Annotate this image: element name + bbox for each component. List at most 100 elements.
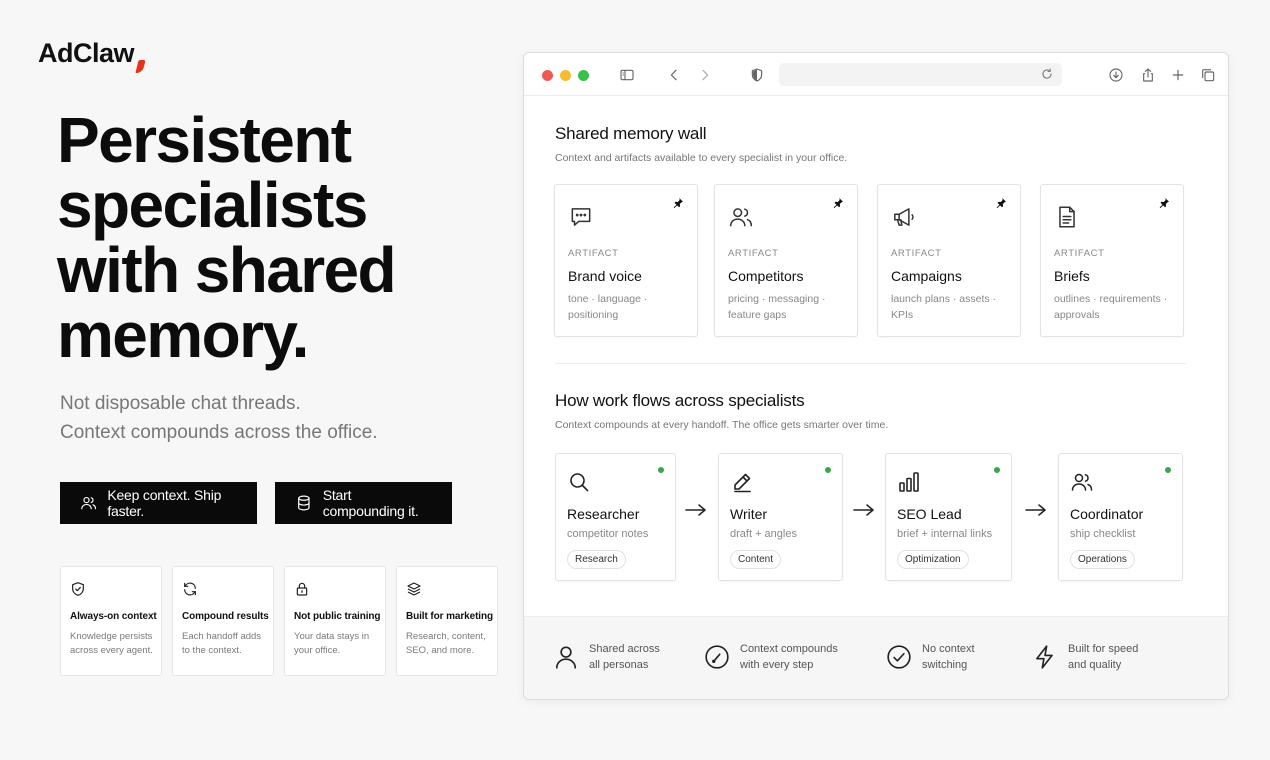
artifact-label: ARTIFACT bbox=[728, 248, 779, 259]
shield-check-icon bbox=[72, 582, 84, 596]
specialist-card-researcher[interactable]: Researcher competitor notes Research bbox=[555, 453, 676, 581]
status-dot bbox=[825, 467, 831, 473]
pin-icon[interactable] bbox=[672, 197, 684, 209]
sidebar-toggle-icon[interactable] bbox=[619, 67, 635, 83]
maximize-window-button[interactable] bbox=[578, 70, 589, 81]
brand-name: AdClaw bbox=[38, 38, 135, 68]
feature-desc: Your data stays in your office. bbox=[294, 631, 370, 656]
keep-context-button[interactable]: Keep context. Ship faster. bbox=[60, 482, 257, 524]
benefit-line: Built for speed bbox=[1068, 643, 1139, 655]
feature-desc: Each handoff adds to the context. bbox=[182, 631, 262, 656]
benefit-item: Shared across all personas bbox=[553, 641, 660, 673]
benefit-line: all personas bbox=[589, 659, 649, 671]
artifact-desc: outlines · requirements · approvals bbox=[1054, 293, 1168, 321]
specialist-tag: Operations bbox=[1070, 550, 1135, 569]
arrow-right-icon bbox=[685, 504, 706, 516]
status-dot bbox=[658, 467, 664, 473]
benefit-text: Context compounds with every step bbox=[740, 641, 838, 673]
benefit-item: Context compounds with every step bbox=[704, 641, 838, 673]
brand-logo[interactable]: AdClaw bbox=[38, 38, 146, 73]
benefit-text: Built for speed and quality bbox=[1068, 641, 1138, 673]
users-icon bbox=[1071, 473, 1093, 491]
artifact-card[interactable]: ARTIFACT Competitors pricing · messaging… bbox=[714, 184, 858, 337]
pin-icon[interactable] bbox=[832, 197, 844, 209]
database-icon bbox=[298, 495, 310, 511]
artifact-label: ARTIFACT bbox=[1054, 248, 1105, 259]
megaphone-icon bbox=[894, 208, 914, 226]
artifact-desc: tone · language · positioning bbox=[568, 293, 648, 321]
feature-card: Compound results Each handoff adds to th… bbox=[172, 566, 274, 676]
headline-line: Persistent bbox=[57, 104, 352, 176]
flow-section-subtitle: Context compounds at every handoff. The … bbox=[555, 419, 889, 431]
start-compounding-button[interactable]: Start compounding it. bbox=[275, 482, 452, 524]
feature-title: Compound results bbox=[182, 611, 269, 622]
reload-icon[interactable] bbox=[1040, 67, 1054, 81]
pin-icon[interactable] bbox=[995, 197, 1007, 209]
close-window-button[interactable] bbox=[542, 70, 553, 81]
feature-list: Always-on context Knowledge persists acr… bbox=[60, 566, 498, 676]
headline-line: with shared bbox=[57, 234, 397, 306]
users-icon bbox=[729, 208, 753, 227]
cta-label: Keep context. Ship faster. bbox=[107, 487, 222, 519]
artifact-title: Campaigns bbox=[891, 268, 962, 284]
tab-overview-icon[interactable] bbox=[1200, 67, 1216, 83]
artifact-card[interactable]: ARTIFACT Campaigns launch plans · assets… bbox=[877, 184, 1021, 337]
benefit-line: with every step bbox=[740, 659, 814, 671]
document-icon bbox=[1059, 206, 1075, 228]
bar-chart-icon bbox=[899, 472, 919, 492]
subtitle-line: Context compounds across the office. bbox=[60, 422, 378, 443]
benefit-line: No context bbox=[922, 643, 975, 655]
specialist-card-coordinator[interactable]: Coordinator ship checklist Operations bbox=[1058, 453, 1183, 581]
chat-icon bbox=[571, 208, 591, 226]
gauge-icon bbox=[705, 645, 729, 669]
benefits-bar: Shared across all personas Context compo… bbox=[524, 616, 1228, 699]
new-tab-icon[interactable] bbox=[1170, 67, 1186, 83]
subtitle-line: Not disposable chat threads. bbox=[60, 393, 301, 414]
feature-card: Always-on context Knowledge persists acr… bbox=[60, 566, 162, 676]
artifact-title: Brand voice bbox=[568, 268, 642, 284]
cta-label: Start compounding it. bbox=[322, 487, 419, 519]
feature-desc: Research, content, SEO, and more. bbox=[406, 631, 486, 656]
refresh-icon bbox=[184, 582, 196, 596]
search-icon bbox=[570, 473, 589, 492]
users-icon bbox=[81, 497, 97, 510]
benefit-item: Built for speed and quality bbox=[1032, 641, 1138, 673]
headline-line: memory. bbox=[57, 299, 309, 371]
arrow-right-icon bbox=[1025, 504, 1046, 516]
headline-line: specialists bbox=[57, 169, 368, 241]
specialist-title: Coordinator bbox=[1070, 506, 1144, 522]
layers-icon bbox=[407, 582, 421, 596]
artifact-card[interactable]: ARTIFACT Brand voice tone · language · p… bbox=[554, 184, 698, 337]
share-icon[interactable] bbox=[1140, 67, 1156, 83]
minimize-window-button[interactable] bbox=[560, 70, 571, 81]
pin-icon[interactable] bbox=[1158, 197, 1170, 209]
back-icon[interactable] bbox=[666, 67, 682, 83]
check-circle-icon bbox=[887, 645, 911, 669]
privacy-shield-icon[interactable] bbox=[749, 67, 765, 83]
specialist-card-seo-lead[interactable]: SEO Lead brief + internal links Optimiza… bbox=[885, 453, 1012, 581]
memory-section-title: Shared memory wall bbox=[555, 124, 707, 143]
browser-window: Shared memory wall Context and artifacts… bbox=[523, 52, 1229, 700]
address-bar[interactable] bbox=[779, 63, 1062, 86]
download-icon[interactable] bbox=[1108, 67, 1124, 83]
forward-icon[interactable] bbox=[697, 67, 713, 83]
specialist-card-writer[interactable]: Writer draft + angles Content bbox=[718, 453, 843, 581]
benefit-text: No context switching bbox=[922, 641, 975, 673]
feature-card: Built for marketing Research, content, S… bbox=[396, 566, 498, 676]
user-icon bbox=[555, 646, 577, 669]
specialist-tag: Research bbox=[567, 550, 626, 569]
artifact-desc: launch plans · assets · KPIs bbox=[891, 293, 997, 321]
hero-subtitle: Not disposable chat threads. Context com… bbox=[60, 389, 378, 447]
browser-toolbar bbox=[524, 53, 1228, 96]
specialist-tag: Optimization bbox=[897, 550, 969, 569]
artifact-card[interactable]: ARTIFACT Briefs outlines · requirements … bbox=[1040, 184, 1184, 337]
memory-section-subtitle: Context and artifacts available to every… bbox=[555, 152, 848, 164]
benefit-line: Shared across bbox=[589, 643, 660, 655]
artifact-label: ARTIFACT bbox=[891, 248, 942, 259]
benefit-line: and quality bbox=[1068, 659, 1122, 671]
feature-title: Built for marketing bbox=[406, 611, 493, 622]
feature-card: Not public training Your data stays in y… bbox=[284, 566, 386, 676]
benefit-line: switching bbox=[922, 659, 968, 671]
status-dot bbox=[1165, 467, 1171, 473]
feature-title: Not public training bbox=[294, 611, 381, 622]
